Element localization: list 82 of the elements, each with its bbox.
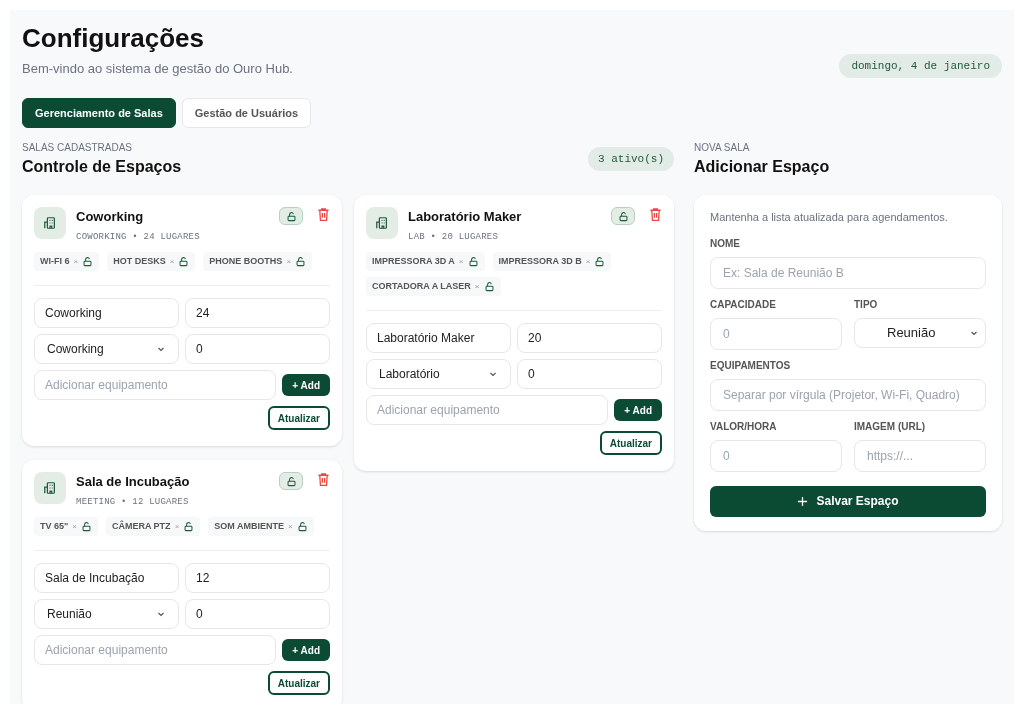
add-button[interactable]: + Add xyxy=(282,639,330,661)
update-button[interactable]: Atualizar xyxy=(599,431,662,455)
input-field[interactable]: Adicionar equipamento xyxy=(34,370,277,400)
plus-icon xyxy=(797,495,809,507)
lock-icon[interactable] xyxy=(178,256,190,267)
update-button[interactable]: Atualizar xyxy=(267,671,330,695)
update-button[interactable]: Atualizar xyxy=(267,406,330,430)
select-field[interactable]: Laboratório xyxy=(366,359,511,389)
tag-label: CÂMERA PTZ xyxy=(111,519,171,533)
building-icon xyxy=(366,207,398,239)
input-field[interactable]: Coworking xyxy=(34,298,179,328)
field-label: NOME xyxy=(710,236,741,251)
input-field[interactable]: 0 xyxy=(185,334,330,364)
count-badge: 3 ativo(s) xyxy=(588,146,674,171)
section-eyebrow: SALAS CADASTRADAS xyxy=(22,141,134,155)
section-title: Adicionar Espaço xyxy=(694,157,831,177)
lock-icon xyxy=(285,210,297,222)
tag-label: HOT DESKS xyxy=(113,254,166,268)
delete-icon[interactable] xyxy=(317,207,330,222)
input-field[interactable]: Sala de Incubação xyxy=(34,563,179,593)
field-label: TIPO xyxy=(854,297,879,312)
room-title: Laboratório Maker xyxy=(408,208,523,226)
field-label: CAPACIDADE xyxy=(710,297,777,312)
lock-icon[interactable] xyxy=(467,256,479,267)
room-subtitle: MEETING • 12 LUGARES xyxy=(76,495,190,509)
add-button[interactable]: + Add xyxy=(614,399,662,421)
delete-icon[interactable] xyxy=(317,472,330,487)
lock-icon[interactable] xyxy=(80,521,92,532)
input-field[interactable]: 0 xyxy=(517,359,662,389)
tag-label: IMPRESSORA 3D B xyxy=(498,254,582,268)
page-subtitle: Bem-vindo ao sistema de gestão do Ouro Hub. xyxy=(22,59,293,78)
section-title: Controle de Espaços xyxy=(22,157,182,177)
tag-label: PHONE BOOTHS xyxy=(209,254,283,268)
tag-label: CORTADORA A LASER xyxy=(372,279,471,293)
tab[interactable]: Gerenciamento de Salas xyxy=(22,98,176,128)
building-icon xyxy=(34,472,66,504)
delete-icon[interactable] xyxy=(649,207,662,222)
lock-button[interactable] xyxy=(279,207,303,225)
date-badge: domingo, 4 de janeiro xyxy=(839,53,1002,78)
lock-icon[interactable] xyxy=(183,521,195,532)
select-field[interactable]: Coworking xyxy=(34,334,179,364)
tag-label: SOM AMBIENTE xyxy=(214,519,284,533)
input-field[interactable]: https://... xyxy=(854,439,986,472)
field-label: VALOR/HORA xyxy=(710,419,778,434)
input-field[interactable]: Adicionar equipamento xyxy=(34,635,277,665)
lock-icon[interactable] xyxy=(483,281,495,292)
form-hint: Mantenha a lista atualizada para agendamentos. xyxy=(710,210,949,225)
tag-label: IMPRESSORA 3D A xyxy=(372,254,455,268)
lock-icon xyxy=(617,210,629,222)
input-field[interactable]: Adicionar equipamento xyxy=(366,395,609,425)
field-label: EQUIPAMENTOS xyxy=(710,358,792,373)
tag-label: TV 65" xyxy=(40,519,69,533)
lock-icon xyxy=(285,475,297,487)
select-field[interactable]: Reunião xyxy=(34,599,179,629)
input-field[interactable]: 0 xyxy=(185,599,330,629)
room-title: Coworking xyxy=(76,208,145,226)
add-button[interactable]: + Add xyxy=(282,374,330,396)
lock-icon[interactable] xyxy=(295,256,307,267)
input-field[interactable]: 12 xyxy=(185,563,330,593)
input-field[interactable]: 24 xyxy=(185,298,330,328)
lock-button[interactable] xyxy=(279,472,303,490)
select-field[interactable]: Reunião xyxy=(854,317,986,348)
tag-label: WI-FI 6 xyxy=(40,254,70,268)
field-label: IMAGEM (URL) xyxy=(854,419,927,434)
input-field[interactable]: Laboratório Maker xyxy=(366,323,511,353)
section-eyebrow: NOVA SALA xyxy=(694,141,751,155)
building-icon xyxy=(34,207,66,239)
lock-icon[interactable] xyxy=(82,256,94,267)
room-title: Sala de Incubação xyxy=(76,473,191,491)
tab[interactable]: Gestão de Usuários xyxy=(181,98,312,128)
lock-icon[interactable] xyxy=(296,521,308,532)
input-field[interactable]: 0 xyxy=(710,439,842,472)
lock-icon[interactable] xyxy=(594,256,606,267)
input-field[interactable]: Ex: Sala de Reunião B xyxy=(710,256,986,289)
page-title: Configurações xyxy=(22,22,206,55)
save-button[interactable]: Salvar Espaço xyxy=(710,485,986,517)
input-field[interactable]: 0 xyxy=(710,317,842,350)
room-subtitle: COWORKING • 24 LUGARES xyxy=(76,230,201,244)
lock-button[interactable] xyxy=(611,207,635,225)
room-subtitle: LAB • 20 LUGARES xyxy=(408,230,499,244)
input-field[interactable]: Separar por vírgula (Projetor, Wi-Fi, Quadro) xyxy=(710,378,986,411)
input-field[interactable]: 20 xyxy=(517,323,662,353)
